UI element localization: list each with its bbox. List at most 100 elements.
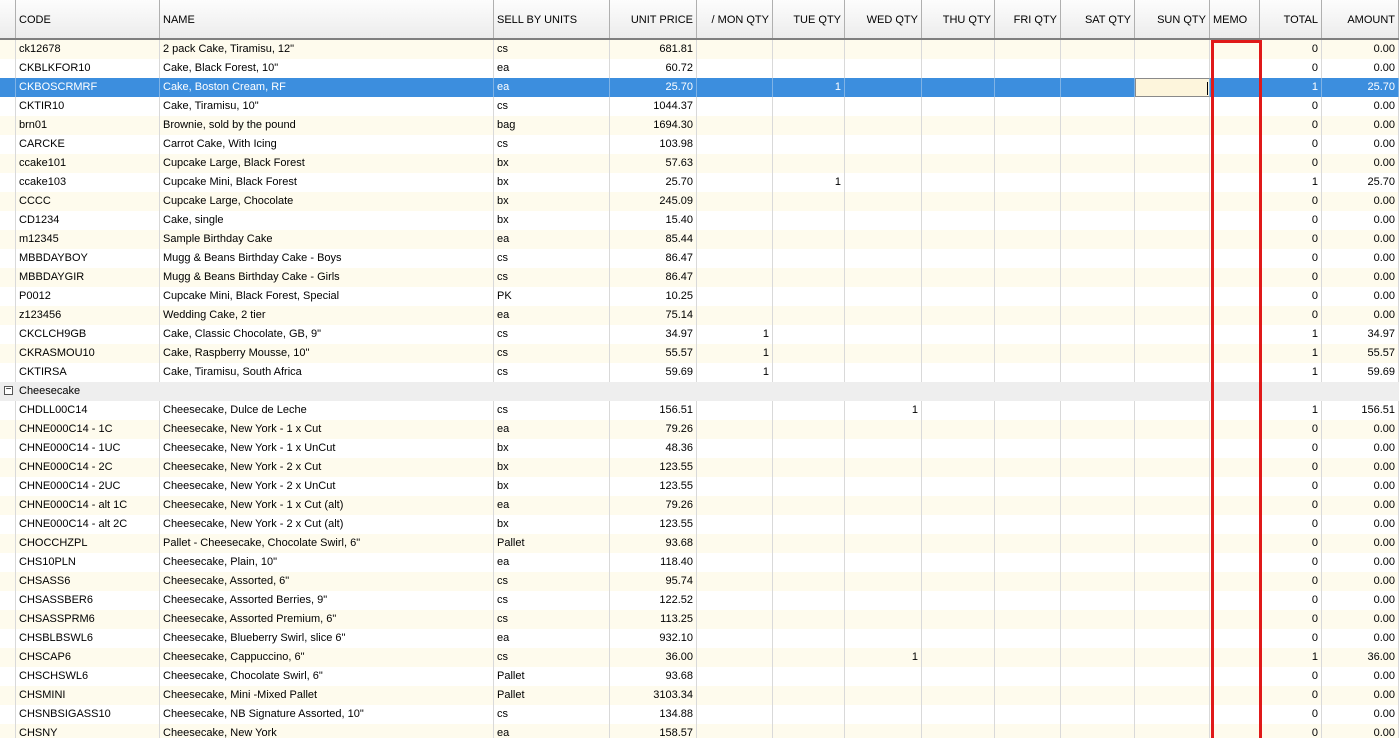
cell-mon[interactable] [697,420,773,439]
cell-sat[interactable] [1061,211,1135,230]
row-indicator[interactable] [0,553,16,572]
cell-memo[interactable] [1210,211,1260,230]
cell-thu[interactable] [922,553,995,572]
cell-sun-editor[interactable] [1135,78,1210,97]
cell-thu[interactable] [922,610,995,629]
cell-sun[interactable] [1135,192,1210,211]
cell-memo[interactable] [1210,686,1260,705]
cell-thu[interactable] [922,59,995,78]
cell-memo[interactable] [1210,230,1260,249]
cell-memo[interactable] [1210,553,1260,572]
cell-sun[interactable] [1135,667,1210,686]
table-row[interactable]: CHNE000C14 - 1UC Cheesecake, New York - 1… [0,439,1399,458]
table-row[interactable]: CHSNBSIGASS10 Cheesecake, NB Signature As… [0,705,1399,724]
cell-mon[interactable] [697,230,773,249]
cell-wed[interactable] [845,420,922,439]
row-indicator[interactable] [0,230,16,249]
row-indicator[interactable] [0,610,16,629]
cell-thu[interactable] [922,192,995,211]
cell-wed[interactable] [845,97,922,116]
cell-wed[interactable] [845,629,922,648]
cell-mon[interactable] [697,249,773,268]
cell-sun[interactable] [1135,211,1210,230]
cell-tue[interactable]: 1 [773,173,845,192]
table-row[interactable]: CHSMINI Cheesecake, Mini -Mixed Pallet Pal… [0,686,1399,705]
cell-memo[interactable] [1210,401,1260,420]
cell-thu[interactable] [922,306,995,325]
table-row[interactable]: z123456 Wedding Cake, 2 tier ea 75.14 0 0.00 [0,306,1399,325]
cell-mon[interactable] [697,59,773,78]
cell-tue[interactable] [773,97,845,116]
cell-wed[interactable] [845,192,922,211]
table-row[interactable]: CKTIR10 Cake, Tiramisu, 10" cs 1044.37 0 0.00 [0,97,1399,116]
cell-thu[interactable] [922,344,995,363]
row-indicator[interactable] [0,325,16,344]
table-row[interactable]: CHNE000C14 - 2UC Cheesecake, New York - 2… [0,477,1399,496]
cell-wed[interactable] [845,572,922,591]
cell-memo[interactable] [1210,534,1260,553]
cell-memo[interactable] [1210,40,1260,59]
cell-sun[interactable] [1135,306,1210,325]
cell-fri[interactable] [995,629,1061,648]
cell-wed[interactable] [845,724,922,738]
cell-tue[interactable] [773,268,845,287]
cell-memo[interactable] [1210,268,1260,287]
cell-memo[interactable] [1210,724,1260,738]
cell-mon[interactable] [697,591,773,610]
cell-fri[interactable] [995,686,1061,705]
cell-wed[interactable] [845,477,922,496]
cell-wed[interactable] [845,154,922,173]
cell-memo[interactable] [1210,458,1260,477]
cell-wed[interactable] [845,211,922,230]
column-header-wed[interactable]: WED QTY [845,0,922,38]
cell-fri[interactable] [995,287,1061,306]
cell-mon[interactable] [697,477,773,496]
cell-mon[interactable] [697,287,773,306]
cell-mon[interactable] [697,515,773,534]
column-header-units[interactable]: SELL BY UNITS [494,0,610,38]
cell-thu[interactable] [922,97,995,116]
column-header-memo[interactable]: MEMO [1210,0,1260,38]
row-indicator[interactable] [0,97,16,116]
column-header-thu[interactable]: THU QTY [922,0,995,38]
cell-sat[interactable] [1061,477,1135,496]
cell-fri[interactable] [995,724,1061,738]
cell-tue[interactable] [773,686,845,705]
cell-fri[interactable] [995,192,1061,211]
cell-sun[interactable] [1135,648,1210,667]
cell-sat[interactable] [1061,591,1135,610]
cell-sat[interactable] [1061,230,1135,249]
cell-mon[interactable] [697,173,773,192]
cell-thu[interactable] [922,420,995,439]
cell-thu[interactable] [922,591,995,610]
row-indicator[interactable] [0,572,16,591]
cell-sun[interactable] [1135,591,1210,610]
cell-wed[interactable] [845,553,922,572]
cell-sun[interactable] [1135,705,1210,724]
cell-sun[interactable] [1135,610,1210,629]
row-indicator[interactable] [0,515,16,534]
cell-thu[interactable] [922,534,995,553]
row-indicator[interactable] [0,287,16,306]
cell-wed[interactable] [845,610,922,629]
cell-fri[interactable] [995,78,1061,97]
cell-thu[interactable] [922,287,995,306]
cell-sun[interactable] [1135,496,1210,515]
cell-mon[interactable] [697,401,773,420]
cell-tue[interactable] [773,40,845,59]
cell-tue[interactable] [773,591,845,610]
cell-mon[interactable]: 1 [697,325,773,344]
cell-tue[interactable] [773,439,845,458]
cell-mon[interactable] [697,667,773,686]
row-indicator[interactable] [0,173,16,192]
cell-sat[interactable] [1061,724,1135,738]
table-row[interactable]: CHNE000C14 - alt 1C Cheesecake, New York … [0,496,1399,515]
cell-thu[interactable] [922,401,995,420]
cell-mon[interactable]: 1 [697,344,773,363]
row-indicator[interactable] [0,363,16,382]
cell-memo[interactable] [1210,648,1260,667]
cell-mon[interactable] [697,724,773,738]
row-indicator[interactable] [0,268,16,287]
cell-sun[interactable] [1135,420,1210,439]
cell-fri[interactable] [995,211,1061,230]
